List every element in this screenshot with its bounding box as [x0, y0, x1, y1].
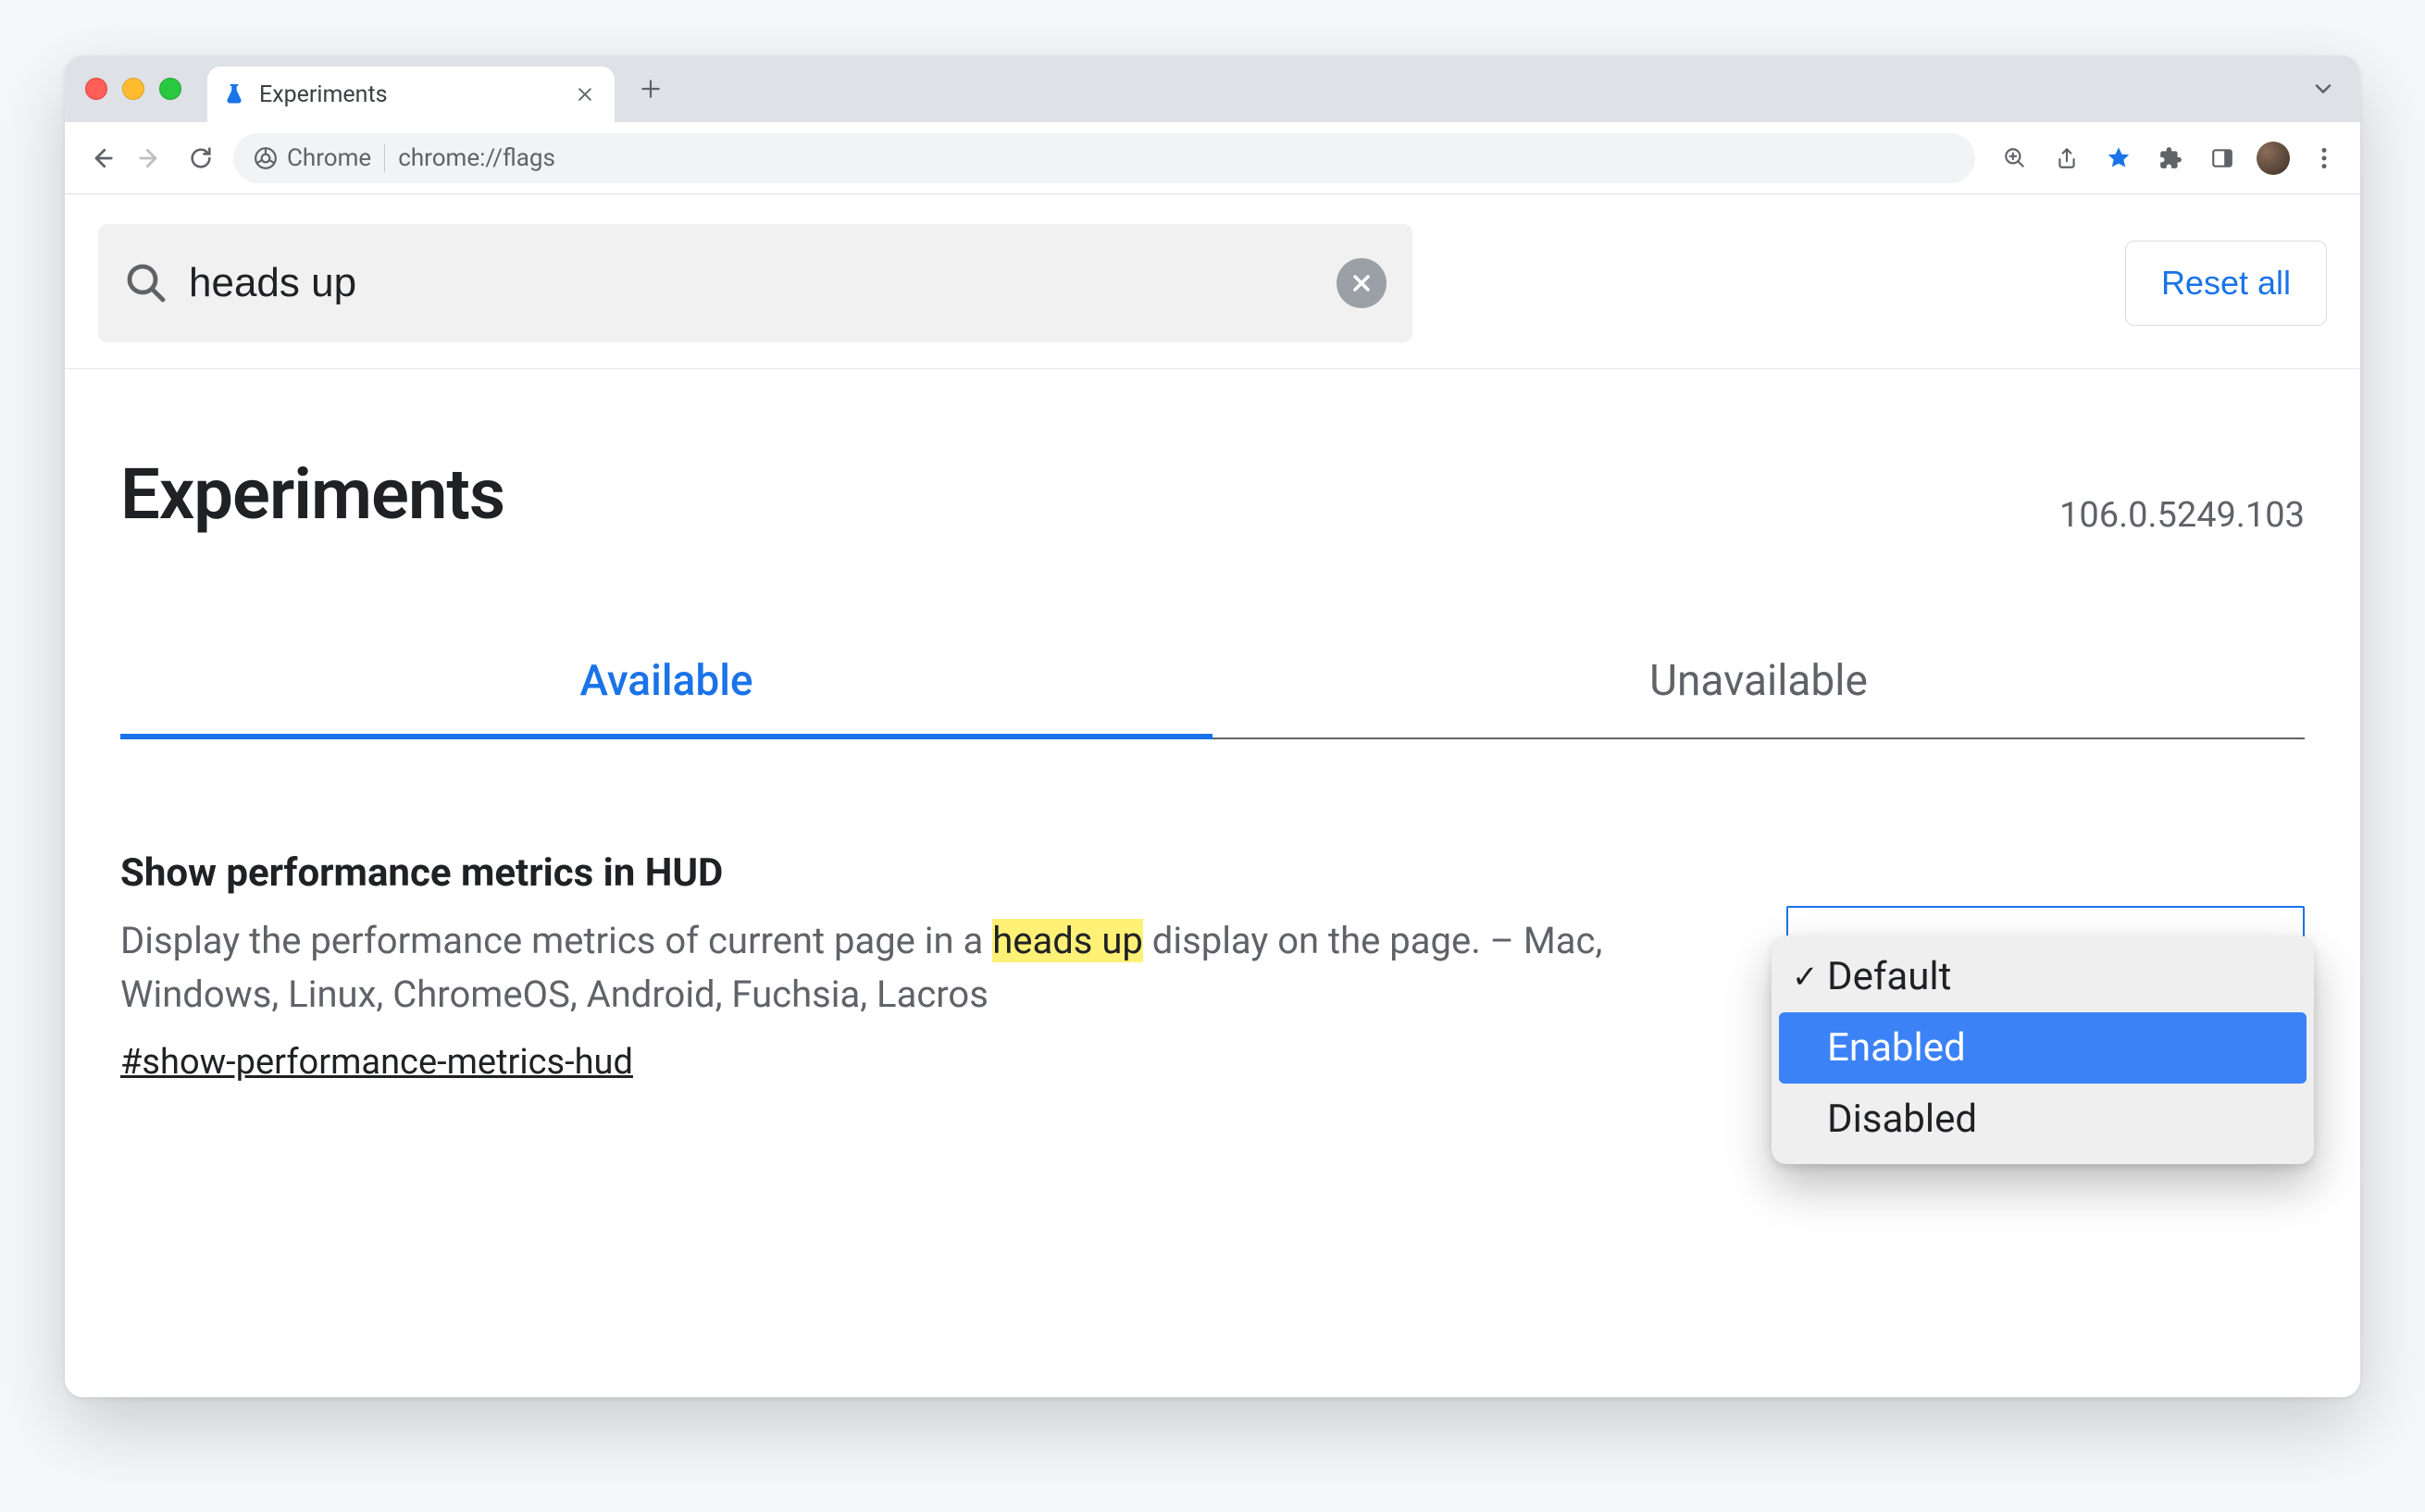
flag-row: Show performance metrics in HUD Display …: [120, 850, 2305, 1083]
tab-title: Experiments: [259, 81, 576, 108]
url-text: chrome://flags: [398, 144, 555, 172]
site-chip-label: Chrome: [287, 144, 371, 172]
dropdown-option-label: Disabled: [1827, 1097, 1977, 1142]
browser-toolbar: Chrome chrome://flags: [65, 122, 2360, 194]
extensions-icon[interactable]: [2153, 141, 2188, 176]
tab-available[interactable]: Available: [120, 656, 1212, 737]
kebab-menu-icon[interactable]: [2307, 141, 2342, 176]
sidepanel-icon[interactable]: [2205, 141, 2240, 176]
address-bar[interactable]: Chrome chrome://flags: [233, 133, 1975, 183]
flags-search-box[interactable]: [98, 224, 1412, 342]
chrome-version: 106.0.5249.103: [2059, 495, 2305, 536]
flask-icon: [224, 83, 244, 105]
zoom-icon[interactable]: [1997, 141, 2033, 176]
window-controls: [85, 78, 181, 100]
flag-select-dropdown: ✓ Default Enabled Disabled: [1772, 936, 2314, 1164]
clear-search-button[interactable]: [1337, 258, 1387, 308]
check-icon: ✓: [1792, 959, 1819, 996]
close-icon[interactable]: [576, 85, 594, 104]
profile-avatar[interactable]: [2257, 142, 2290, 175]
back-button[interactable]: [83, 141, 118, 176]
dropdown-option-label: Enabled: [1827, 1025, 1966, 1071]
flags-tabs: Available Unavailable: [120, 656, 2305, 739]
share-icon[interactable]: [2049, 141, 2084, 176]
flag-select-wrapper: ✓ Default Enabled Disabled: [1786, 850, 2305, 973]
close-icon: [1349, 270, 1374, 296]
flag-description: Display the performance metrics of curre…: [120, 914, 1731, 1022]
new-tab-button[interactable]: [631, 75, 670, 103]
flag-title: Show performance metrics in HUD: [120, 850, 1731, 896]
forward-button[interactable]: [133, 141, 168, 176]
tab-unavailable[interactable]: Unavailable: [1212, 656, 2305, 737]
chrome-icon: [254, 146, 278, 170]
dropdown-option-disabled[interactable]: Disabled: [1779, 1084, 2307, 1155]
browser-window: Experiments Chrome chrome://fl: [65, 56, 2360, 1397]
flags-page: Reset all Experiments 106.0.5249.103 Ava…: [65, 194, 2360, 1397]
flag-desc-before: Display the performance metrics of curre…: [120, 919, 992, 962]
window-minimize-button[interactable]: [122, 78, 144, 100]
search-row: Reset all: [65, 194, 2360, 369]
tab-strip: Experiments: [65, 56, 2360, 122]
dropdown-option-label: Default: [1827, 954, 1951, 999]
search-icon: [124, 261, 168, 305]
flag-body: Show performance metrics in HUD Display …: [120, 850, 1731, 1083]
reload-button[interactable]: [183, 141, 218, 176]
toolbar-actions: [1997, 141, 2342, 176]
bookmark-star-icon[interactable]: [2101, 141, 2136, 176]
window-close-button[interactable]: [85, 78, 107, 100]
browser-tab[interactable]: Experiments: [207, 67, 615, 122]
page-title: Experiments: [120, 452, 504, 536]
flag-anchor-link[interactable]: #show-performance-metrics-hud: [120, 1042, 633, 1083]
reset-all-button[interactable]: Reset all: [2125, 241, 2327, 326]
dropdown-option-default[interactable]: ✓ Default: [1779, 941, 2307, 1012]
page-header: Experiments 106.0.5249.103: [120, 369, 2305, 536]
chevron-down-icon[interactable]: [2310, 76, 2345, 102]
dropdown-option-enabled[interactable]: Enabled: [1779, 1012, 2307, 1084]
search-highlight: heads up: [992, 919, 1143, 962]
flags-search-input[interactable]: [189, 260, 1316, 306]
window-maximize-button[interactable]: [159, 78, 181, 100]
site-chip: Chrome: [254, 144, 385, 172]
